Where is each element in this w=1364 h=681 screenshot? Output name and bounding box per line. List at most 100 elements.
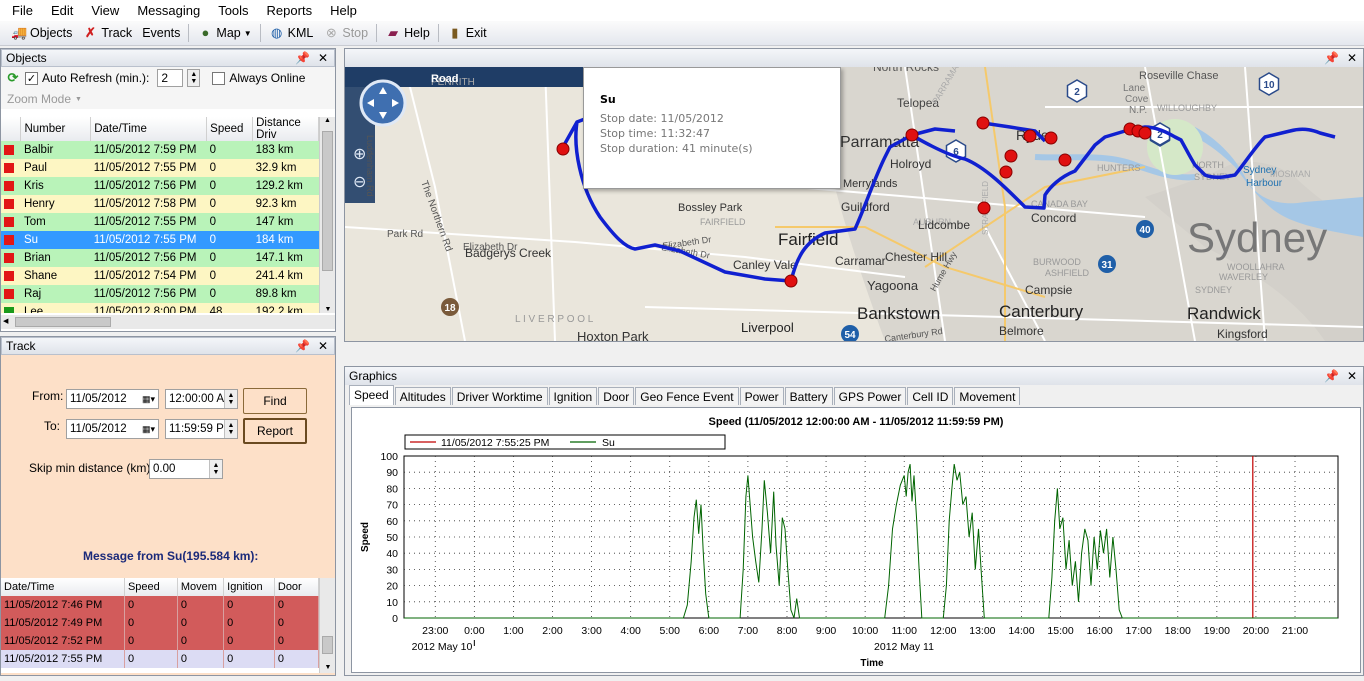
close-icon[interactable]: ✕: [1347, 369, 1357, 383]
refresh-icon[interactable]: ⟳: [5, 70, 21, 86]
tab-movement[interactable]: Movement: [954, 387, 1021, 405]
scroll-thumb[interactable]: [322, 636, 333, 654]
scroll-thumb[interactable]: [15, 317, 111, 327]
menu-tools[interactable]: Tools: [206, 3, 254, 18]
stop-marker[interactable]: [976, 116, 990, 130]
pin-icon[interactable]: 📌: [1324, 51, 1339, 65]
object-row[interactable]: Henry 11/05/2012 7:58 PM 0 92.3 km: [1, 195, 319, 213]
road-button[interactable]: Road: [431, 73, 491, 87]
object-row[interactable]: Brian 11/05/2012 7:56 PM 0 147.1 km: [1, 249, 319, 267]
to-time-spinner[interactable]: ▲ ▼: [224, 420, 237, 438]
stop-marker[interactable]: [1004, 149, 1018, 163]
object-row[interactable]: Paul 11/05/2012 7:55 PM 0 32.9 km: [1, 159, 319, 177]
exit-button[interactable]: ▮ Exit: [442, 22, 492, 44]
close-icon[interactable]: ✕: [318, 51, 328, 65]
column-header-speed[interactable]: Speed: [206, 117, 254, 141]
tab-ignition[interactable]: Ignition: [548, 387, 598, 405]
object-row[interactable]: Su 11/05/2012 7:55 PM 0 184 km: [1, 231, 319, 249]
kml-button[interactable]: ◍ KML: [264, 22, 319, 44]
object-name: Balbir: [23, 144, 54, 156]
objects-vertical-scrollbar[interactable]: ▲ ▼: [319, 117, 335, 313]
scroll-up-arrow-icon[interactable]: ▲: [320, 117, 335, 124]
column-header-number[interactable]: Number: [20, 117, 92, 141]
stop-marker[interactable]: [1023, 129, 1037, 143]
stop-marker[interactable]: [977, 201, 991, 215]
object-row[interactable]: Kris 11/05/2012 7:56 PM 0 129.2 km: [1, 177, 319, 195]
column-header-datetime[interactable]: Date/Time: [90, 117, 208, 141]
pin-icon[interactable]: 📌: [295, 51, 310, 65]
tab-door[interactable]: Door: [598, 387, 635, 405]
scroll-down-arrow-icon[interactable]: ▼: [320, 664, 336, 671]
help-button[interactable]: ▰ Help: [380, 22, 435, 44]
skip-distance-spinner[interactable]: ▲ ▼: [209, 460, 222, 478]
always-online-checkbox[interactable]: [212, 71, 226, 85]
tab-cell-id[interactable]: Cell ID: [907, 387, 954, 405]
stop-marker[interactable]: [1058, 153, 1072, 167]
stop-marker[interactable]: [905, 128, 919, 142]
menu-view[interactable]: View: [79, 3, 125, 18]
track-button[interactable]: ✗ Track: [77, 22, 137, 44]
zoom-in-icon[interactable]: ⊕: [353, 144, 366, 163]
tab-battery[interactable]: Battery: [784, 387, 833, 405]
scroll-thumb[interactable]: [322, 131, 333, 271]
auto-refresh-spinner[interactable]: 2: [157, 69, 184, 87]
from-time-spinner[interactable]: ▲ ▼: [224, 390, 237, 408]
object-row[interactable]: Tom 11/05/2012 7:55 PM 0 147 km: [1, 213, 319, 231]
message-row[interactable]: 11/05/2012 7:49 PM 0 0 0 0: [1, 614, 319, 632]
spinner-buttons[interactable]: ▲ ▼: [187, 69, 201, 87]
menu-file[interactable]: File: [0, 3, 39, 18]
map-button[interactable]: ● Map ▼: [192, 22, 256, 44]
stop-marker[interactable]: [784, 274, 798, 288]
msg-column-header-movement[interactable]: Movem: [177, 578, 225, 596]
close-icon[interactable]: ✕: [318, 339, 328, 353]
msg-column-header-datetime[interactable]: Date/Time: [1, 578, 125, 596]
stop-marker[interactable]: [1044, 131, 1058, 145]
scroll-down-arrow-icon[interactable]: ▼: [320, 306, 336, 313]
calendar-icon[interactable]: ▦▾: [142, 424, 158, 435]
events-button[interactable]: Events: [137, 22, 185, 44]
object-speed: 0: [209, 216, 217, 228]
message-row[interactable]: 11/05/2012 7:46 PM 0 0 0 0: [1, 596, 319, 614]
close-icon[interactable]: ✕: [1347, 51, 1357, 65]
msg-column-header-door[interactable]: Door: [274, 578, 319, 596]
tab-geo-fence-event[interactable]: Geo Fence Event: [635, 387, 739, 405]
pin-icon[interactable]: 📌: [1324, 369, 1339, 383]
report-button[interactable]: Report: [243, 418, 307, 444]
find-button[interactable]: Find: [243, 388, 307, 414]
tab-power[interactable]: Power: [739, 387, 784, 405]
object-row[interactable]: Balbir 11/05/2012 7:59 PM 0 183 km: [1, 141, 319, 159]
to-date-picker[interactable]: 11/05/2012 ▦▾: [66, 419, 159, 439]
map-canvas[interactable]: North Rocks Roseville Chase Lane Cove N.P. WI…: [345, 67, 1363, 341]
pin-icon[interactable]: 📌: [295, 339, 310, 353]
scroll-left-arrow-icon[interactable]: ◀: [3, 317, 8, 325]
menu-reports[interactable]: Reports: [255, 3, 319, 18]
auto-refresh-checkbox[interactable]: ✓: [25, 71, 38, 85]
objects-button[interactable]: 🚚 Objects: [6, 22, 77, 44]
stop-button[interactable]: ⊗ Stop: [318, 22, 373, 44]
object-row[interactable]: Lee 11/05/2012 8:00 PM 48 192.2 km: [1, 303, 319, 313]
msg-column-header-ignition[interactable]: Ignition: [223, 578, 275, 596]
menu-messaging[interactable]: Messaging: [125, 3, 206, 18]
stop-marker[interactable]: [1138, 126, 1152, 140]
stop-marker[interactable]: [999, 165, 1013, 179]
menu-help[interactable]: Help: [318, 3, 363, 18]
tab-speed[interactable]: Speed: [349, 385, 394, 405]
calendar-icon[interactable]: ▦▾: [142, 394, 158, 405]
objects-horizontal-scrollbar[interactable]: ◀: [1, 315, 335, 329]
messages-vertical-scrollbar[interactable]: ▼: [319, 578, 335, 673]
zoom-out-icon[interactable]: ⊖: [353, 172, 366, 191]
menu-edit[interactable]: Edit: [39, 3, 79, 18]
tab-driver-worktime[interactable]: Driver Worktime: [451, 387, 548, 405]
map-svg[interactable]: North Rocks Roseville ChaseLaneCoveN.P. WI…: [345, 67, 1363, 341]
column-header-distance[interactable]: Distance Driv: [252, 117, 319, 141]
object-row[interactable]: Shane 11/05/2012 7:54 PM 0 241.4 km: [1, 267, 319, 285]
message-row[interactable]: 11/05/2012 7:55 PM 0 0 0 0: [1, 650, 319, 668]
tab-altitudes[interactable]: Altitudes: [394, 387, 451, 405]
stop-marker-selected[interactable]: [556, 142, 570, 156]
from-date-picker[interactable]: 11/05/2012 ▦▾: [66, 389, 159, 409]
tab-gps-power[interactable]: GPS Power: [833, 387, 907, 405]
message-row[interactable]: 11/05/2012 7:52 PM 0 0 0 0: [1, 632, 319, 650]
msg-column-header-speed[interactable]: Speed: [124, 578, 178, 596]
object-row[interactable]: Raj 11/05/2012 7:56 PM 0 89.8 km: [1, 285, 319, 303]
zoom-mode-dropdown[interactable]: Zoom Mode ▼: [1, 89, 335, 109]
